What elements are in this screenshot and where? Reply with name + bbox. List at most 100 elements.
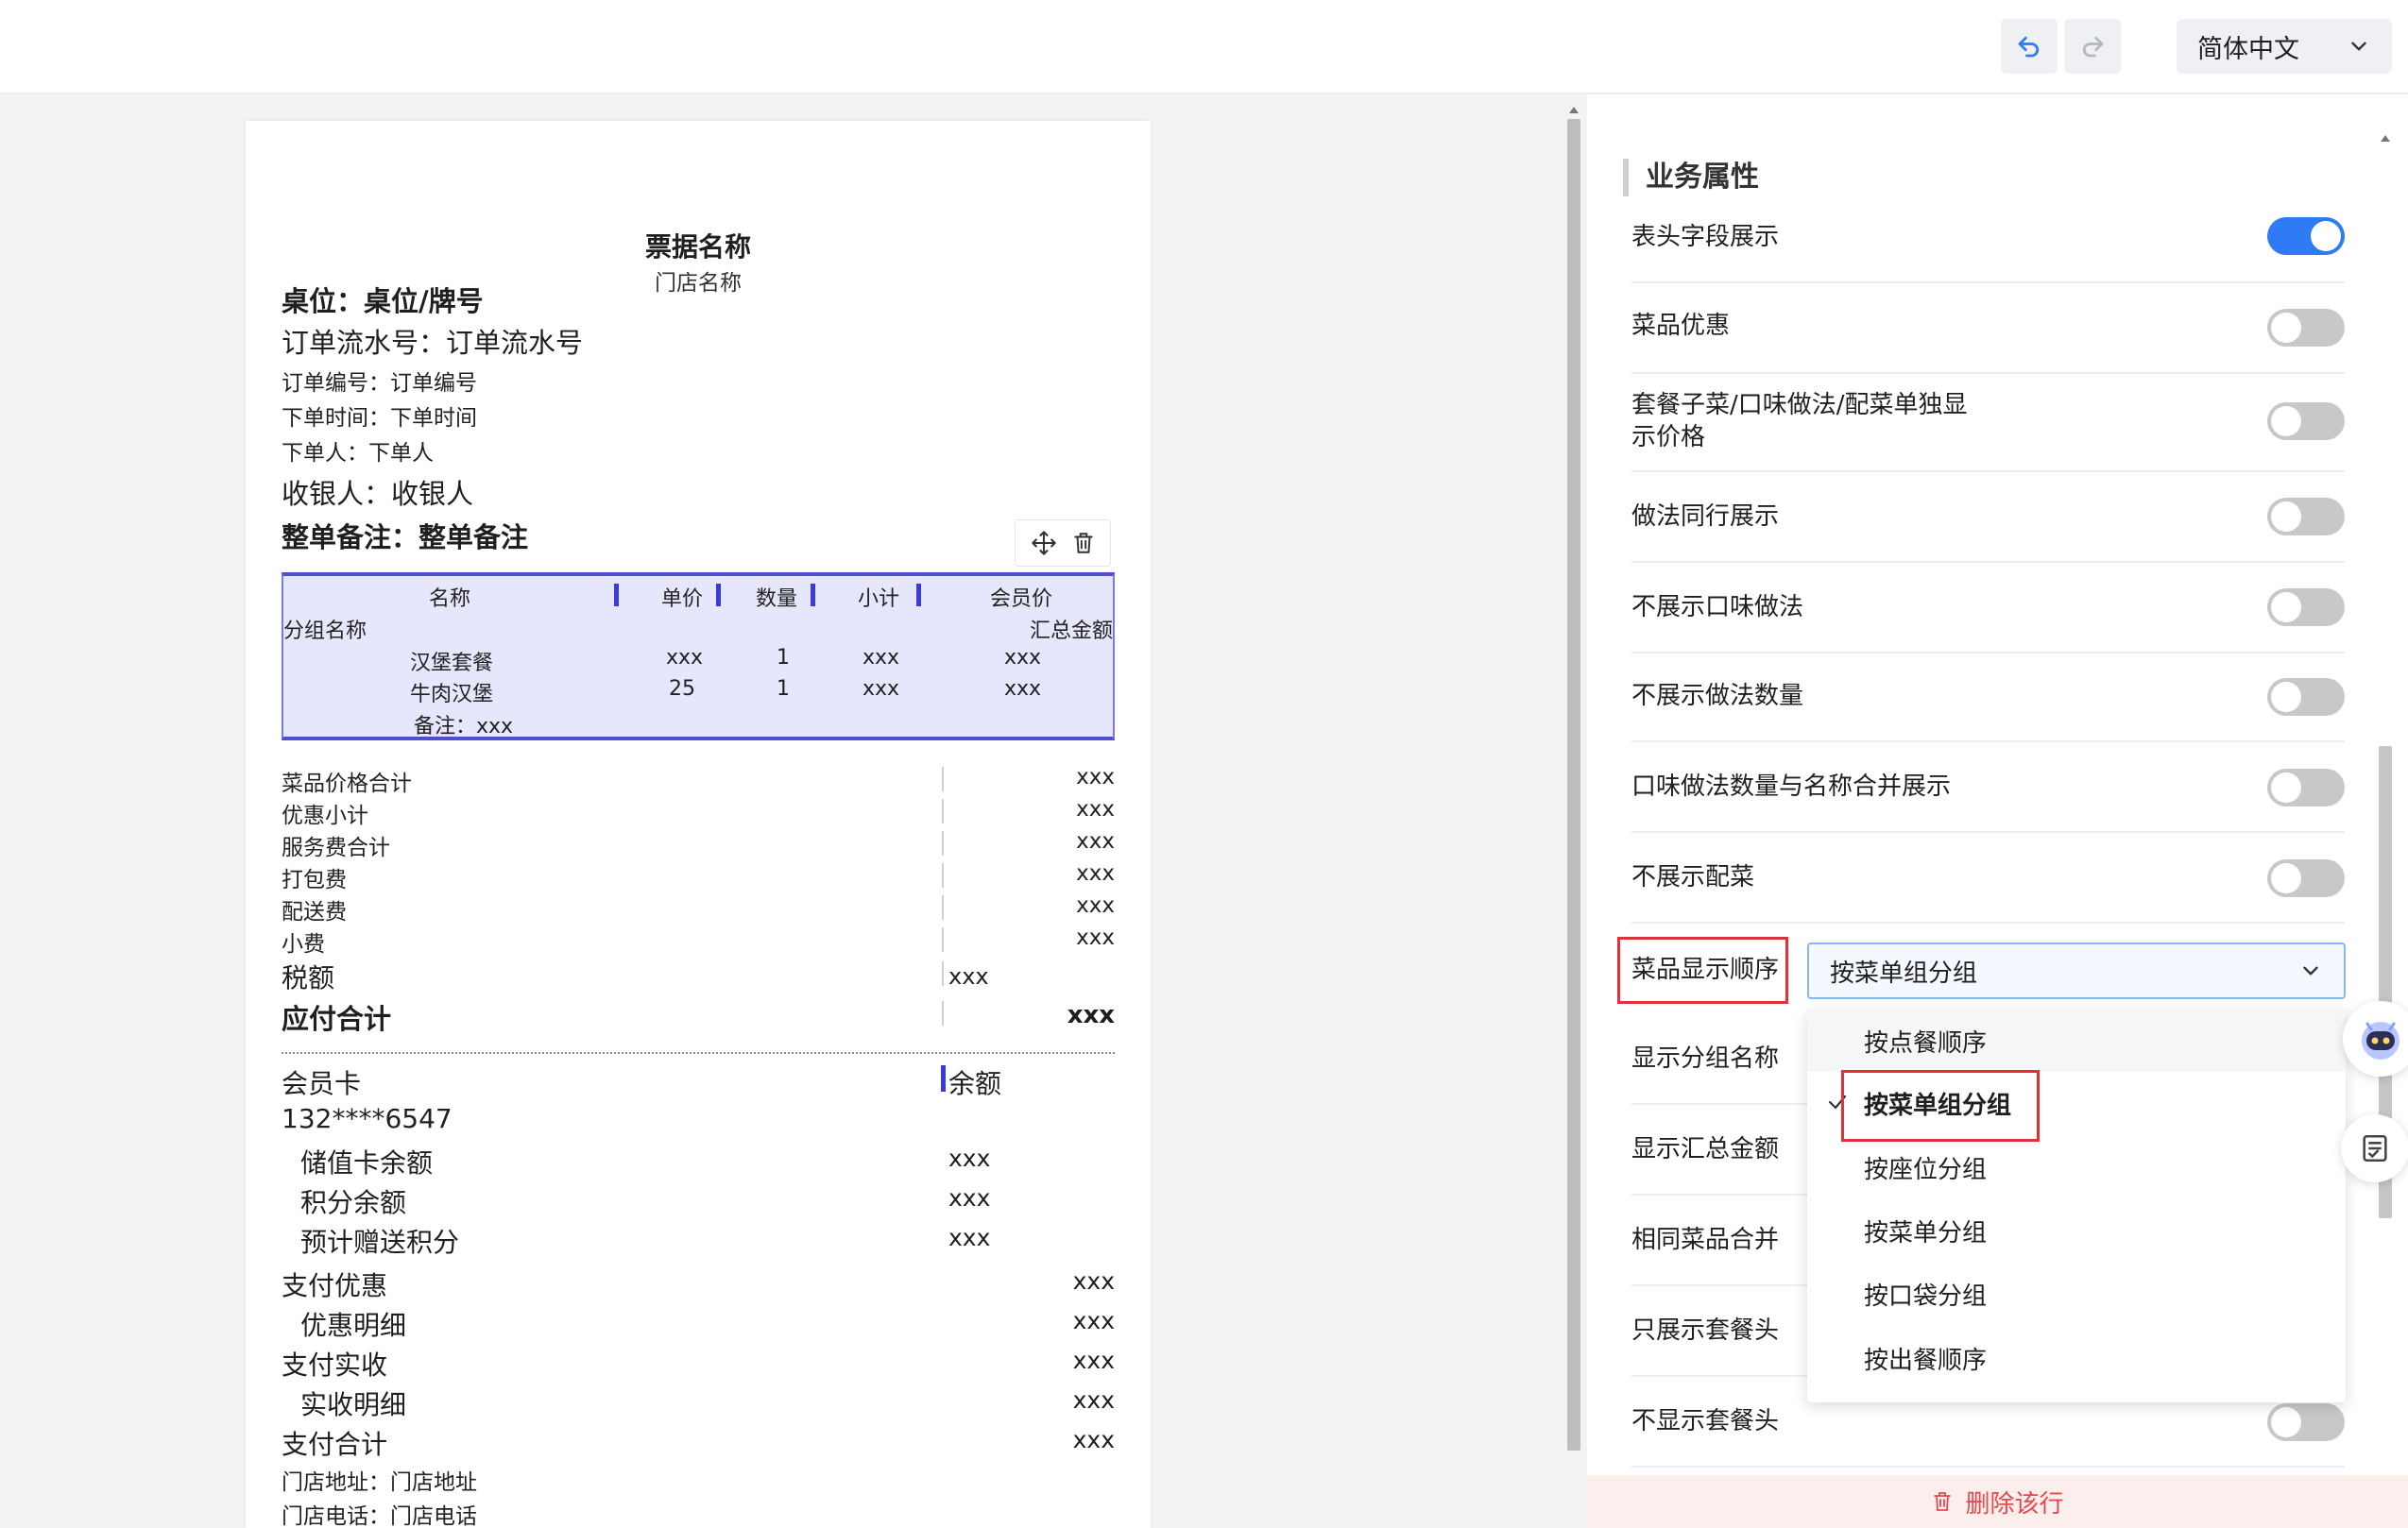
top-bar: 简体中文 [0, 0, 2408, 94]
trash-icon[interactable] [1071, 531, 1096, 555]
dropdown-option[interactable]: 按出餐顺序 [1807, 1327, 2346, 1389]
setting-label: 不展示配菜 [1631, 863, 1755, 891]
line-cashier: 收银人：收银人 [282, 478, 474, 510]
summary-value: xxx [1076, 925, 1115, 950]
summary-label: 小费 [282, 932, 325, 957]
robot-icon [2362, 1022, 2399, 1060]
receipt-preview[interactable]: 票据名称 门店名称 桌位：桌位/牌号 订单流水号：订单流水号 订单编号：订单编号… [246, 121, 1151, 1528]
receipt-title: 票据名称 [644, 231, 751, 263]
dropdown-option[interactable]: 按口袋分组 [1807, 1263, 2346, 1325]
member-item-value: xxx [948, 1145, 991, 1172]
item-table[interactable]: 名称 单价 数量 小计 会员价 分组名称 汇总金额 汉堡套餐 xxx 1 xxx… [282, 572, 1115, 740]
hide-side-dish-toggle[interactable] [2267, 859, 2345, 897]
payment-value: xxx [1072, 1386, 1115, 1414]
member-balance-label: 余额 [948, 1068, 1002, 1099]
receipt-canvas: 票据名称 门店名称 桌位：桌位/牌号 订单流水号：订单流水号 订单编号：订单编号… [0, 94, 1587, 1528]
setting-label: 不展示做法数量 [1631, 682, 1804, 710]
hide-flavor-toggle[interactable] [2267, 588, 2345, 626]
line-order-time: 下单时间：下单时间 [282, 406, 477, 431]
member-item-value: xxx [948, 1184, 991, 1212]
method-inline-toggle[interactable] [2267, 498, 2345, 535]
col-separator[interactable] [716, 584, 721, 606]
trash-icon [1934, 1492, 1952, 1511]
undo-icon [2018, 36, 2040, 58]
line-orderer: 下单人：下单人 [282, 441, 434, 466]
line-serial-no: 订单流水号：订单流水号 [282, 327, 584, 359]
column-separator[interactable] [941, 1065, 946, 1092]
tax-label: 税额 [282, 962, 335, 993]
member-item-label: 积分余额 [300, 1187, 407, 1218]
member-phone: 132****6547 [282, 1103, 453, 1134]
panel-scroll-up-icon[interactable] [2379, 132, 2392, 144]
move-icon[interactable] [1031, 530, 1057, 556]
setting-row: 不展示配菜 [1631, 833, 2345, 924]
setting-label: 显示汇总金额 [1631, 1135, 1780, 1163]
payment-value: xxx [1072, 1347, 1115, 1374]
payment-value: xxx [1072, 1267, 1115, 1295]
undo-button[interactable] [2001, 19, 2058, 74]
hide-method-qty-toggle[interactable] [2267, 678, 2345, 716]
summary-label: 配送费 [282, 900, 347, 925]
order-dropdown: 按点餐顺序 按菜单组分组 按座位分组 按菜单分组 按口袋分组 按出餐顺序 [1807, 1010, 2346, 1402]
setting-row: 不展示口味做法 [1631, 563, 2345, 654]
setting-label: 只展示套餐头 [1631, 1316, 1780, 1345]
setting-row: 套餐子菜/口味做法/配菜单独显 示价格 [1631, 374, 2345, 472]
row-member-price: xxx [1004, 677, 1042, 701]
section-title: 业务属性 [1623, 159, 1759, 196]
member-item-label: 储值卡余额 [300, 1147, 434, 1179]
store-address: 门店地址：门店地址 [282, 1470, 477, 1495]
col-separator[interactable] [614, 584, 619, 606]
order-select[interactable]: 按菜单组分组 [1807, 942, 2346, 999]
merge-flavor-toggle[interactable] [2267, 769, 2345, 806]
col-header-member-price: 会员价 [990, 587, 1053, 611]
payable-value: xxx [1067, 1001, 1115, 1029]
delete-row-button[interactable]: 删除该行 [1587, 1475, 2408, 1528]
highlight-box [1841, 1070, 2040, 1142]
redo-icon [2082, 36, 2104, 58]
payable-label: 应付合计 [282, 1003, 392, 1035]
sub-item-price-toggle[interactable] [2267, 402, 2345, 440]
payment-label: 优惠明细 [300, 1310, 407, 1341]
setting-label: 显示分组名称 [1631, 1044, 1780, 1073]
member-item-value: xxx [948, 1224, 991, 1251]
setting-label: 口味做法数量与名称合并展示 [1631, 772, 1952, 801]
row-member-price: xxx [1004, 646, 1042, 670]
member-item-label: 预计赠送积分 [300, 1227, 460, 1258]
group-name: 分组名称 [283, 620, 367, 643]
dropdown-option[interactable]: 按点餐顺序 [1807, 1010, 2346, 1072]
setting-row: 不展示做法数量 [1631, 654, 2345, 742]
dropdown-option[interactable]: 按菜单分组 [1807, 1199, 2346, 1262]
row-qty: 1 [777, 646, 790, 670]
summary-separator [942, 831, 944, 856]
payment-label: 支付优惠 [282, 1270, 388, 1301]
line-order-no: 订单编号：订单编号 [282, 371, 477, 396]
line-table-no: 桌位：桌位/牌号 [282, 285, 484, 317]
summary-separator [942, 863, 944, 888]
dish-discount-toggle[interactable] [2267, 309, 2345, 347]
summary-separator [942, 799, 944, 823]
hide-set-head-toggle[interactable] [2267, 1403, 2345, 1441]
group-total: 汇总金额 [1029, 620, 1113, 643]
scroll-up-icon[interactable] [1567, 104, 1580, 115]
col-header-price: 单价 [661, 587, 704, 611]
canvas-scrollbar[interactable] [1563, 104, 1582, 1528]
col-separator[interactable] [811, 584, 815, 606]
col-header-qty: 数量 [756, 587, 798, 611]
row-price: 25 [669, 677, 695, 701]
col-separator[interactable] [916, 584, 921, 606]
summary-separator [942, 961, 944, 986]
setting-label: 做法同行展示 [1631, 502, 1780, 531]
summary-label: 优惠小计 [282, 804, 368, 828]
dropdown-option[interactable]: 按座位分组 [1807, 1136, 2346, 1198]
summary-value: xxx [1076, 893, 1115, 918]
summary-separator [942, 895, 944, 920]
canvas-scroll-thumb[interactable] [1567, 119, 1580, 1451]
summary-value: xxx [1076, 861, 1115, 886]
notes-button[interactable] [2341, 1114, 2408, 1182]
redo-button[interactable] [2064, 19, 2121, 74]
setting-label: 相同菜品合并 [1631, 1226, 1780, 1254]
setting-label: 菜品优惠 [1631, 312, 1731, 340]
delete-row-label: 删除该行 [1965, 1489, 2064, 1519]
language-select[interactable]: 简体中文 [2177, 19, 2392, 74]
header-fields-toggle[interactable] [2267, 217, 2345, 255]
